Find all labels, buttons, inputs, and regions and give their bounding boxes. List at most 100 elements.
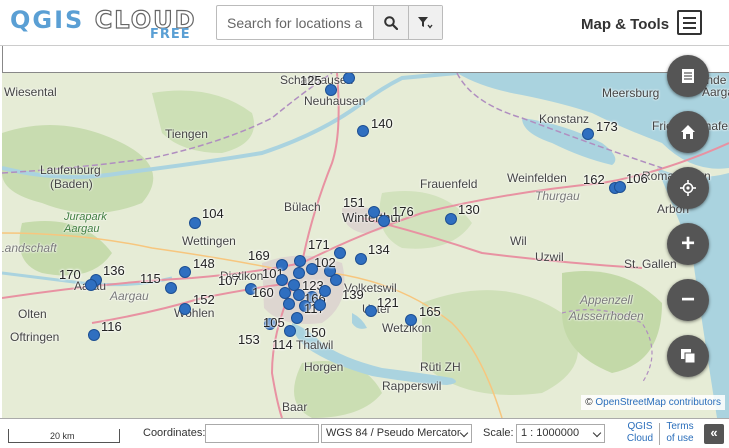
point-label: 160: [252, 285, 274, 300]
point-label: 104: [202, 206, 224, 221]
collapse-button[interactable]: «: [704, 424, 724, 444]
place-label: Frauenfeld: [420, 177, 478, 191]
point-label: 114: [272, 337, 293, 352]
place-label: Wiesental: [4, 85, 57, 99]
app-window: QGIS CLOUD FREE Map & Tools: [0, 0, 729, 448]
place-label: Aargau: [702, 85, 729, 99]
scale-select[interactable]: 1 : 1000000: [516, 424, 605, 443]
map-attribution: © OpenStreetMap contributors: [581, 395, 725, 410]
place-label: Aargau: [110, 289, 149, 303]
scale-label: Scale:: [483, 427, 514, 439]
point-label: 169: [248, 248, 270, 263]
place-label: Rüti ZH: [420, 360, 461, 374]
place-label: Konstanz: [539, 112, 590, 126]
hamburger-icon: [683, 16, 696, 19]
hamburger-line: [683, 21, 696, 24]
map-point[interactable]: [179, 303, 191, 315]
terms-of-use-link[interactable]: Terms of use: [665, 421, 695, 445]
point-label: 152: [193, 292, 215, 307]
search-icon: [383, 15, 398, 30]
osm-contributors-link[interactable]: OpenStreetMap contributors: [595, 397, 721, 408]
map-point[interactable]: [319, 285, 331, 297]
hamburger-line: [683, 26, 696, 29]
point-label: 105: [263, 315, 285, 330]
logo-free: FREE: [150, 27, 191, 42]
qgis-cloud-link[interactable]: QGIS Cloud: [626, 421, 654, 445]
point-label: 171: [308, 237, 330, 252]
point-label: 139: [342, 287, 364, 302]
search-input[interactable]: [217, 6, 373, 39]
point-label: 125: [300, 73, 322, 88]
map-point[interactable]: [189, 217, 201, 229]
map-point[interactable]: [314, 299, 326, 311]
map-point[interactable]: [355, 253, 367, 265]
map-point[interactable]: [325, 84, 337, 96]
point-label: 115: [140, 271, 161, 286]
place-label: Jurapark: [64, 211, 107, 223]
copyright-symbol: ©: [585, 397, 593, 408]
place-label: Uzwil: [535, 250, 564, 264]
map-point[interactable]: [291, 312, 303, 324]
locate-button[interactable]: [667, 167, 709, 209]
point-label: 107: [218, 273, 240, 288]
layers-icon: [681, 349, 696, 364]
map-point[interactable]: [85, 279, 97, 291]
home-button[interactable]: [667, 111, 709, 153]
point-label: 173: [596, 119, 618, 134]
map-point[interactable]: [405, 314, 417, 326]
point-label: 136: [103, 263, 125, 278]
coordinates-label: Coordinates:: [143, 427, 206, 439]
logo-q: Q: [10, 6, 33, 34]
map-point[interactable]: [88, 329, 100, 341]
crs-select[interactable]: WGS 84 / Pseudo Mercator: [321, 424, 472, 443]
scale-bar-label: 20 km: [50, 431, 75, 441]
layers-button[interactable]: [667, 335, 709, 377]
qgis-cloud-logo[interactable]: QGIS CLOUD FREE: [8, 5, 208, 42]
place-label: Neuhausen: [304, 94, 366, 108]
place-label: Wil: [510, 234, 527, 248]
map-canvas[interactable]: Wiesental Neuhausen Meersburg Tiengen Ko…: [2, 73, 729, 418]
map-point[interactable]: [368, 206, 380, 218]
chevron-down-icon: [459, 428, 469, 438]
crs-value: WGS 84 / Pseudo Mercator: [326, 427, 461, 439]
point-label: 134: [368, 242, 390, 257]
place-label: Weinfelden: [507, 171, 567, 185]
divider: [659, 423, 660, 445]
point-label: 165: [419, 304, 441, 319]
map-point[interactable]: [294, 255, 306, 267]
map-point[interactable]: [357, 125, 369, 137]
map-point[interactable]: [614, 181, 626, 193]
place-label: Olten: [18, 307, 47, 321]
legend-button[interactable]: [667, 55, 709, 97]
map-point[interactable]: [165, 282, 177, 294]
place-label: Aargau: [64, 223, 100, 235]
search-button[interactable]: [373, 6, 408, 39]
map-point[interactable]: [378, 215, 390, 227]
map-point[interactable]: [276, 274, 288, 286]
filter-button[interactable]: [407, 6, 442, 39]
legend-icon: [682, 69, 694, 83]
coordinates-field[interactable]: [205, 424, 319, 443]
point-label: 162: [583, 172, 605, 187]
status-bar: 20 km Coordinates: WGS 84 / Pseudo Merca…: [0, 418, 729, 448]
map-tools-label[interactable]: Map & Tools: [581, 16, 669, 33]
map-point[interactable]: [284, 325, 296, 337]
search-box: [216, 5, 443, 40]
zoom-out-button[interactable]: −: [667, 279, 709, 321]
map-point[interactable]: [306, 263, 318, 275]
place-label: Wettingen: [182, 234, 236, 248]
map-point[interactable]: [283, 298, 295, 310]
map-point[interactable]: [445, 213, 457, 225]
scale-value: 1 : 1000000: [521, 427, 580, 439]
point-label: 116: [101, 319, 122, 334]
place-label: Oftringen: [10, 330, 60, 344]
map-point[interactable]: [365, 305, 377, 317]
menu-button[interactable]: [677, 10, 702, 35]
map-point[interactable]: [330, 274, 342, 286]
zoom-in-button[interactable]: +: [667, 223, 709, 265]
map-point[interactable]: [582, 128, 594, 140]
place-label: Thurgau: [535, 189, 580, 203]
place-label: Tiengen: [165, 127, 208, 141]
point-label: 170: [59, 267, 81, 282]
map-point[interactable]: [179, 266, 191, 278]
